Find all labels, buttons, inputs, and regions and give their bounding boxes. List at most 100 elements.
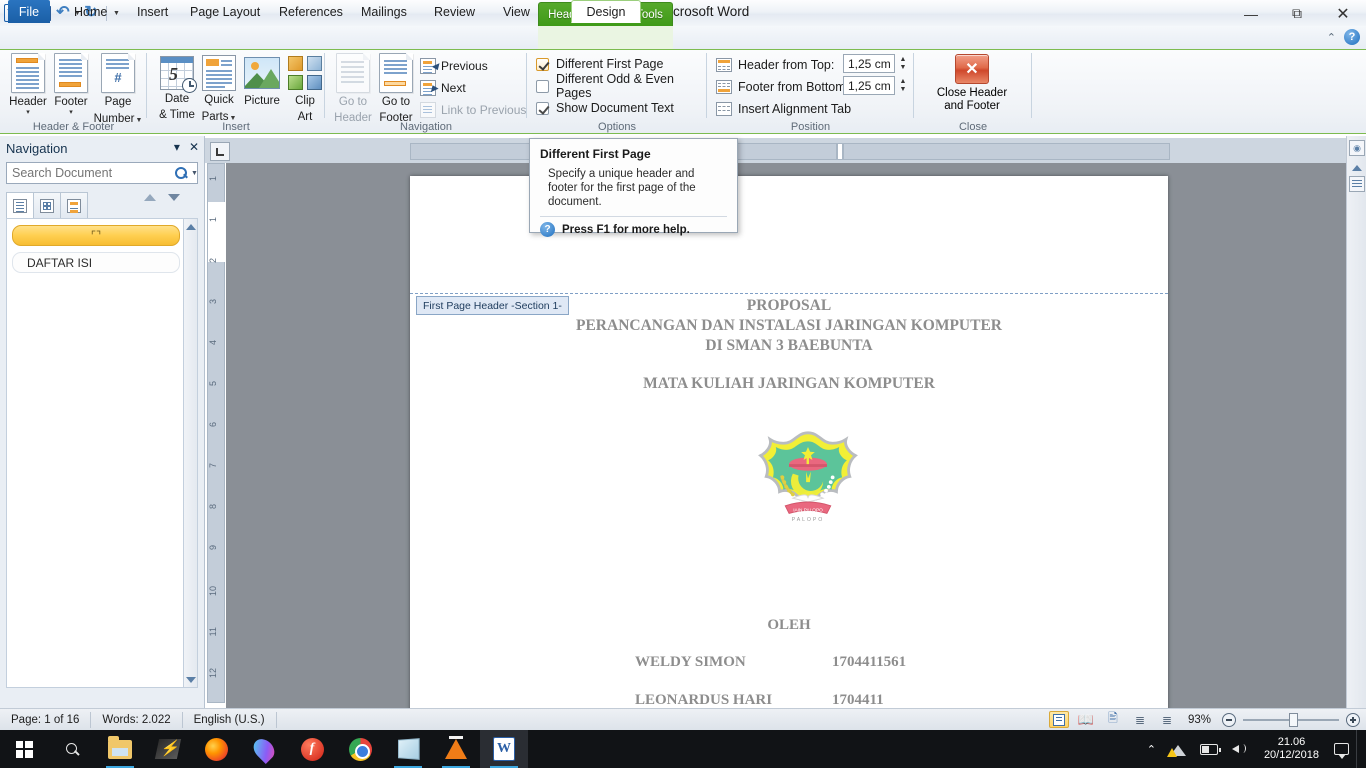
tab-review[interactable]: Review — [423, 0, 486, 23]
tab-view[interactable]: View — [492, 0, 541, 23]
zoom-out-button[interactable] — [1222, 712, 1236, 727]
footer-from-bottom-spinner[interactable]: ▲ ▼ — [896, 76, 910, 95]
collapse-ribbon-icon[interactable]: ⌃ — [1327, 31, 1336, 44]
tab-home[interactable]: Home — [63, 0, 118, 23]
navpane-tab-headings[interactable] — [6, 192, 34, 218]
notepad-icon — [398, 738, 420, 760]
taskbar-file-explorer[interactable] — [96, 730, 144, 768]
previous-button[interactable]: ◀ Previous — [420, 56, 488, 76]
tray-action-center-button[interactable] — [1327, 743, 1356, 759]
doc-by-label: OLEH — [767, 617, 811, 633]
go-to-footer-button[interactable]: Go to Footer — [371, 53, 421, 124]
nav-previous-icon[interactable] — [144, 194, 156, 201]
tab-page-layout[interactable]: Page Layout — [179, 0, 271, 23]
taskbar-firefox[interactable] — [192, 730, 240, 768]
taskbar-search-button[interactable] — [48, 730, 96, 768]
navpane-scroll-up-button[interactable] — [184, 219, 197, 234]
navpane-scroll-down-button[interactable] — [184, 672, 197, 687]
view-print-layout-button[interactable] — [1048, 711, 1069, 728]
close-button[interactable]: ✕ — [1320, 0, 1366, 27]
help-icon[interactable]: ? — [1344, 29, 1360, 45]
header-from-top-spinner[interactable]: ▲ ▼ — [896, 54, 910, 73]
different-odd-even-option[interactable]: Different Odd & Even Pages — [536, 72, 707, 100]
nav-next-icon[interactable] — [168, 194, 180, 201]
taskbar-drop-app[interactable] — [240, 730, 288, 768]
tab-references[interactable]: References — [268, 0, 354, 23]
navigation-pane-tabs — [6, 192, 88, 218]
logo-caption: PALOPO — [792, 517, 824, 523]
previous-page-icon — [1352, 165, 1362, 171]
status-words[interactable]: Words: 2.022 — [91, 711, 183, 728]
tab-mailings[interactable]: Mailings — [350, 0, 418, 23]
taskbar-winamp[interactable] — [144, 730, 192, 768]
show-desktop-button[interactable] — [1356, 730, 1366, 768]
different-odd-even-checkbox[interactable] — [536, 79, 549, 93]
previous-page-button[interactable] — [1349, 160, 1365, 176]
browse-object-icon: ◉ — [1353, 142, 1361, 153]
zoom-level[interactable]: 93% — [1188, 714, 1211, 726]
header-from-top-input[interactable]: 1,25 cm — [843, 54, 895, 73]
document-page[interactable]: First Page Header -Section 1- PROPOSAL P… — [410, 176, 1168, 708]
tray-show-hidden-button[interactable]: ⌃ — [1140, 743, 1163, 756]
search-options-caret-icon[interactable]: ▼ — [191, 170, 198, 177]
view-outline-button[interactable]: ≣ — [1130, 711, 1150, 728]
different-first-page-option[interactable]: Different First Page — [536, 55, 663, 73]
navigation-pane-close-icon[interactable]: ✕ — [189, 140, 199, 154]
tab-insert[interactable]: Insert — [126, 0, 179, 23]
show-document-text-checkbox[interactable] — [536, 101, 549, 115]
tray-volume-button[interactable] — [1225, 742, 1256, 756]
tab-file[interactable]: File — [8, 0, 50, 23]
different-first-page-checkbox[interactable] — [536, 57, 549, 71]
document-canvas[interactable]: First Page Header -Section 1- PROPOSAL P… — [226, 163, 1346, 708]
navpane-tab-results[interactable] — [60, 192, 88, 218]
navigation-pane-scrollbar[interactable] — [183, 218, 198, 688]
heading-item-selected[interactable]: ⌜⌝ — [12, 225, 180, 246]
document-map-button[interactable] — [1349, 176, 1365, 192]
taskbar-vlc[interactable] — [432, 730, 480, 768]
search-input[interactable] — [7, 166, 173, 180]
link-to-previous-button[interactable]: Link to Previous — [420, 100, 526, 120]
tray-battery-button[interactable] — [1193, 743, 1225, 755]
navpane-tab-pages[interactable] — [33, 192, 61, 218]
navigation-headings-list[interactable]: ⌜⌝ DAFTAR ISI — [6, 218, 186, 688]
search-icon[interactable] — [173, 165, 189, 181]
tab-stop-selector[interactable] — [210, 142, 230, 161]
tooltip-divider — [540, 216, 727, 217]
clip-art-button[interactable]: Clip Art — [280, 53, 330, 123]
next-button[interactable]: ▶ Next — [420, 78, 466, 98]
start-button[interactable] — [0, 730, 48, 768]
tray-network-button[interactable] — [1163, 743, 1193, 757]
zoom-in-button[interactable] — [1346, 712, 1360, 727]
select-browse-object-button[interactable]: ◉ — [1349, 140, 1365, 156]
minimize-button[interactable]: — — [1228, 0, 1274, 27]
right-scroll-rail[interactable]: ◉ — [1346, 136, 1366, 708]
taskbar-word[interactable]: W — [480, 730, 528, 768]
tab-design[interactable]: Design — [571, 0, 641, 23]
status-language[interactable]: English (U.S.) — [183, 711, 277, 728]
footer-caret-icon[interactable]: ▾ — [46, 109, 96, 117]
vertical-ruler[interactable]: 112345678910111213 — [207, 163, 226, 719]
ribbon-group-header-footer: Header ▾ Footer ▾ # Page Number▼ Header … — [0, 50, 147, 134]
ruler-right-margin[interactable] — [843, 143, 1170, 160]
status-page[interactable]: Page: 1 of 16 — [0, 711, 92, 728]
page-number-button[interactable]: # Page Number▼ — [90, 53, 146, 127]
taskbar-flash[interactable]: f — [288, 730, 336, 768]
restore-button[interactable]: ⧉ — [1274, 0, 1320, 27]
heading-item-daftar-isi[interactable]: DAFTAR ISI — [12, 252, 180, 273]
footer-from-bottom-input[interactable]: 1,25 cm — [843, 76, 895, 95]
insert-alignment-tab-button[interactable]: Insert Alignment Tab — [716, 99, 851, 119]
navigation-pane-dropdown-icon[interactable]: ▾ — [174, 140, 180, 154]
view-draft-button[interactable]: ≣ — [1157, 711, 1177, 728]
view-full-screen-reading-button[interactable]: 📖 — [1076, 711, 1096, 728]
show-document-text-option[interactable]: Show Document Text — [536, 99, 674, 117]
zoom-slider[interactable] — [1243, 712, 1339, 727]
zoom-slider-thumb[interactable] — [1289, 712, 1298, 727]
footer-button[interactable]: Footer ▾ — [46, 53, 96, 117]
taskbar-chrome[interactable] — [336, 730, 384, 768]
tray-clock[interactable]: 21.06 20/12/2018 — [1256, 736, 1327, 762]
taskbar-notepad[interactable] — [384, 730, 432, 768]
search-document-row[interactable]: ▼ — [6, 162, 198, 184]
clip-art-label-1: Clip — [295, 95, 315, 107]
close-header-footer-button[interactable]: ✕ Close Header and Footer — [928, 54, 1016, 113]
view-web-layout-button[interactable]: 🖹 — [1103, 711, 1123, 728]
